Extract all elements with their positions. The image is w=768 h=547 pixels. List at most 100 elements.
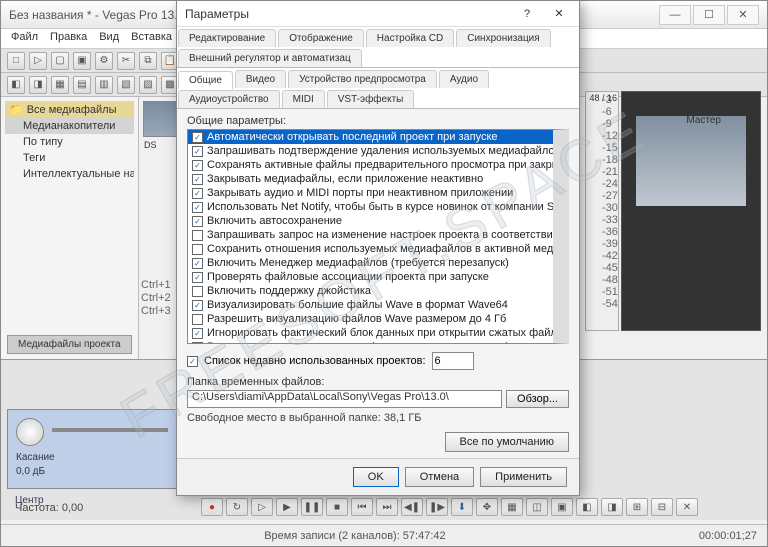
stop-button[interactable]: ■ (326, 498, 348, 516)
dialog-tab[interactable]: Видео (235, 70, 286, 88)
maximize-button[interactable]: ☐ (693, 5, 725, 25)
pan-knob[interactable] (16, 418, 44, 446)
param-check-row[interactable]: Автоматически открывать последний проект… (188, 130, 553, 144)
param-check-row[interactable]: Разрешить визуализацию файлов Wave разме… (188, 312, 553, 326)
dialog-tab[interactable]: Аудиоустройство (178, 90, 280, 108)
tool-button[interactable]: ◧ (576, 498, 598, 516)
param-check-row[interactable]: Визуализировать большие файлы Wave в фор… (188, 298, 553, 312)
prev-frame-button[interactable]: ◀❚ (401, 498, 423, 516)
menu-insert[interactable]: Вставка (131, 31, 172, 46)
checkbox[interactable] (192, 202, 203, 213)
properties-icon[interactable]: ⚙ (95, 52, 113, 70)
pause-button[interactable]: ❚❚ (301, 498, 323, 516)
tool-button[interactable]: ◫ (526, 498, 548, 516)
checkbox[interactable] (192, 258, 203, 269)
checkbox[interactable] (192, 216, 203, 227)
menu-file[interactable]: Файл (11, 31, 38, 46)
dialog-tab[interactable]: Редактирование (178, 29, 276, 47)
recent-projects-count[interactable] (432, 352, 474, 370)
tool-button[interactable]: ▣ (551, 498, 573, 516)
checkbox[interactable] (192, 132, 203, 143)
open-icon[interactable]: ▷ (29, 52, 47, 70)
media-project-tab[interactable]: Медиафайлы проекта (7, 335, 132, 354)
browse-button[interactable]: Обзор... (506, 390, 569, 408)
checkbox[interactable] (192, 328, 203, 339)
dialog-tab[interactable]: Аудио (439, 70, 489, 88)
play-start-button[interactable]: ▷ (251, 498, 273, 516)
close-button[interactable]: ✕ (727, 5, 759, 25)
tool-icon[interactable]: ▧ (117, 76, 135, 94)
apply-button[interactable]: Применить (480, 467, 567, 487)
checkbox[interactable] (192, 272, 203, 283)
tool-icon[interactable]: ◧ (7, 76, 25, 94)
dialog-tab[interactable]: Синхронизация (456, 29, 550, 47)
tool-button[interactable]: ⊟ (651, 498, 673, 516)
play-button[interactable]: ▶ (276, 498, 298, 516)
tool-button[interactable]: ✥ (476, 498, 498, 516)
cancel-button[interactable]: Отмена (405, 467, 474, 487)
copy-icon[interactable]: ⧉ (139, 52, 157, 70)
tool-icon[interactable]: ▤ (73, 76, 91, 94)
volume-slider[interactable] (52, 428, 168, 432)
dialog-tab[interactable]: MIDI (282, 90, 325, 108)
temp-folder-path[interactable]: C:\Users\diami\AppData\Local\Sony\Vegas … (187, 390, 502, 408)
go-start-button[interactable]: ⏮ (351, 498, 373, 516)
tool-icon[interactable]: ▦ (51, 76, 69, 94)
loop-button[interactable]: ↻ (226, 498, 248, 516)
param-check-row[interactable]: Запрашивать запрос на изменение настроек… (188, 228, 553, 242)
marker-button[interactable]: ⬇ (451, 498, 473, 516)
close-button[interactable]: ✕ (547, 5, 571, 23)
tree-item[interactable]: По типу (5, 134, 134, 150)
param-check-row[interactable]: Закрывать аудио и MIDI порты при неактив… (188, 186, 553, 200)
new-icon[interactable]: □ (7, 52, 25, 70)
param-check-row[interactable]: Проверять файловые ассоциации проекта пр… (188, 270, 553, 284)
ok-button[interactable]: OK (353, 467, 399, 487)
dialog-tab[interactable]: Внешний регулятор и автоматизац (178, 49, 362, 67)
go-end-button[interactable]: ⏭ (376, 498, 398, 516)
param-check-row[interactable]: Запрашивать подтверждение удаления испол… (188, 144, 553, 158)
tool-button[interactable]: ▦ (501, 498, 523, 516)
help-button[interactable]: ? (515, 5, 539, 23)
menu-view[interactable]: Вид (99, 31, 119, 46)
defaults-button[interactable]: Все по умолчанию (445, 432, 569, 452)
tree-root-folder[interactable]: 📁Все медиафайлы (5, 101, 134, 118)
param-check-row[interactable]: Использовать Net Notify, чтобы быть в ку… (188, 200, 553, 214)
next-frame-button[interactable]: ❚▶ (426, 498, 448, 516)
param-check-row[interactable]: Разрешить удаление перевода формата при … (188, 340, 553, 343)
checkbox[interactable] (192, 174, 203, 185)
dialog-tab[interactable]: Устройство предпросмотра (288, 70, 437, 88)
save-icon[interactable]: ▢ (51, 52, 69, 70)
tree-item[interactable]: Интеллектуальные нак (5, 166, 134, 182)
audio-track-header[interactable]: Касание 0,0 дБ (7, 409, 181, 489)
checkbox[interactable] (192, 286, 203, 297)
dialog-tab[interactable]: Настройка CD (366, 29, 454, 47)
recent-projects-checkbox[interactable] (187, 356, 198, 367)
tool-icon[interactable]: ▥ (95, 76, 113, 94)
record-button[interactable]: ● (201, 498, 223, 516)
checkbox[interactable] (192, 342, 203, 344)
checkbox[interactable] (192, 314, 203, 325)
checkbox[interactable] (192, 160, 203, 171)
tree-item[interactable]: Медианакопители (5, 118, 134, 134)
tool-icon[interactable]: ▨ (139, 76, 157, 94)
param-check-row[interactable]: Сохранить отношения используемых медиафа… (188, 242, 553, 256)
render-icon[interactable]: ▣ (73, 52, 91, 70)
menu-edit[interactable]: Правка (50, 31, 87, 46)
param-check-row[interactable]: Включить Менеджер медиафайлов (требуется… (188, 256, 553, 270)
param-check-row[interactable]: Включить поддержку джойстика (188, 284, 553, 298)
tool-button[interactable]: ◨ (601, 498, 623, 516)
dialog-tab[interactable]: Общие (178, 71, 233, 89)
checkbox[interactable] (192, 188, 203, 199)
param-check-row[interactable]: Закрывать медиафайлы, если приложение не… (188, 172, 553, 186)
param-check-row[interactable]: Игнорировать фактический блок данных при… (188, 326, 553, 340)
tool-icon[interactable]: ◨ (29, 76, 47, 94)
dialog-tab[interactable]: Отображение (278, 29, 364, 47)
dialog-tab[interactable]: VST-эффекты (327, 90, 415, 108)
param-check-row[interactable]: Включить автосохранение (188, 214, 553, 228)
param-check-row[interactable]: Сохранять активные файлы предварительног… (188, 158, 553, 172)
cut-icon[interactable]: ✂ (117, 52, 135, 70)
checkbox[interactable] (192, 146, 203, 157)
checkbox[interactable] (192, 244, 203, 255)
tree-item[interactable]: Теги (5, 150, 134, 166)
tool-button[interactable]: ✕ (676, 498, 698, 516)
